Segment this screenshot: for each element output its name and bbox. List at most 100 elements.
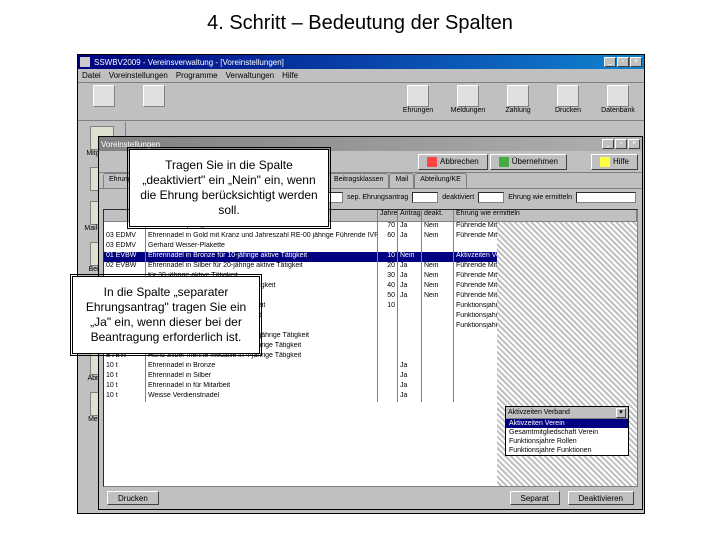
filter-antrag-input[interactable]: [412, 192, 438, 203]
dropdown-option-1[interactable]: Gesamtmitgliedschaft Verein: [506, 428, 628, 437]
filter-wer-label: Ehrung wie ermitteln: [508, 194, 572, 201]
menu-hilfe[interactable]: Hilfe: [282, 71, 298, 80]
table-cell: 03 EDMV: [104, 242, 146, 252]
filter-wer-input[interactable]: [576, 192, 636, 203]
table-cell: Ja: [398, 362, 422, 372]
sub-minimize-button[interactable]: _: [602, 139, 614, 149]
col-deaktiviert[interactable]: deakt.: [422, 210, 454, 222]
uebernehmen-button[interactable]: Übernehmen: [490, 154, 567, 170]
toolbar-btn-datenbank[interactable]: Datenbank: [596, 85, 640, 114]
table-cell: [378, 382, 398, 392]
help-icon: [600, 157, 610, 167]
table-cell: Gerhard Weiser-Plakette: [146, 242, 378, 252]
tab-mail[interactable]: Mail: [389, 173, 414, 188]
table-cell: [378, 332, 398, 342]
table-cell: [422, 362, 454, 372]
table-cell: [398, 332, 422, 342]
toolbar-btn-1[interactable]: [132, 85, 176, 107]
table-cell: 10 t: [104, 392, 146, 402]
table-cell: Nein: [422, 232, 454, 242]
table-cell: 50: [378, 292, 398, 302]
table-cell: [422, 352, 454, 362]
col-wer[interactable]: Ehrung wie ermitteln: [454, 210, 637, 222]
table-cell: Ehrennadel in Silber für 20-jährige akti…: [146, 262, 378, 272]
table-cell: [378, 392, 398, 402]
app-icon: [80, 57, 90, 67]
apply-icon: [499, 157, 509, 167]
footer-bar: Drucken Separat Deaktivieren: [103, 489, 638, 507]
table-cell: [378, 322, 398, 332]
table-cell: [378, 362, 398, 372]
sub-close-button[interactable]: ×: [628, 139, 640, 149]
table-cell: 20: [378, 262, 398, 272]
dropdown-option-0[interactable]: Aktivzeiten Verein: [506, 419, 628, 428]
table-cell: [398, 322, 422, 332]
abbrechen-button[interactable]: Abbrechen: [418, 154, 488, 170]
table-cell: Nein: [422, 222, 454, 232]
table-cell: 10 t: [104, 382, 146, 392]
toolbar: Ehrungen Meldungen Zahlung Drucken Daten…: [78, 83, 644, 121]
table-cell: [378, 352, 398, 362]
table-cell: 70: [378, 222, 398, 232]
menu-voreinstellungen[interactable]: Voreinstellungen: [109, 71, 168, 80]
table-cell: Nein: [422, 272, 454, 282]
menubar: Datei Voreinstellungen Programme Verwalt…: [78, 69, 644, 83]
app-title: SSWBV2009 - Vereinsverwaltung - [Voreins…: [94, 58, 604, 67]
table-cell: [398, 302, 422, 312]
table-cell: 10 t: [104, 372, 146, 382]
toolbar-btn-drucken[interactable]: Drucken: [546, 85, 590, 114]
filter-deakt-input[interactable]: [478, 192, 504, 203]
table-cell: Ja: [398, 282, 422, 292]
table-cell: [378, 342, 398, 352]
toolbar-btn-zahlung[interactable]: Zahlung: [496, 85, 540, 114]
dropdown-option-3[interactable]: Funktionsjahre Funktionen: [506, 446, 628, 455]
slide-title: 4. Schritt – Bedeutung der Spalten: [0, 0, 720, 43]
table-cell: 10: [378, 302, 398, 312]
table-cell: [398, 312, 422, 322]
menu-programme[interactable]: Programme: [176, 71, 218, 80]
menu-verwaltungen[interactable]: Verwaltungen: [226, 71, 274, 80]
table-cell: [378, 312, 398, 322]
table-cell: [422, 302, 454, 312]
table-cell: [378, 242, 398, 252]
table-cell: Ja: [398, 262, 422, 272]
table-cell: [398, 342, 422, 352]
toolbar-btn-0[interactable]: [82, 85, 126, 107]
separat-button[interactable]: Separat: [510, 491, 560, 505]
cancel-icon: [427, 157, 437, 167]
toolbar-btn-meldungen[interactable]: Meldungen: [446, 85, 490, 114]
drucken-button[interactable]: Drucken: [107, 491, 159, 505]
table-cell: Ehrennadel in Bronze: [146, 362, 378, 372]
table-cell: [422, 242, 454, 252]
table-cell: [398, 352, 422, 362]
table-cell: [422, 392, 454, 402]
menu-datei[interactable]: Datei: [82, 71, 101, 80]
tab-beitragsklassen[interactable]: Beitragsklassen: [328, 173, 389, 188]
dropdown-option-2[interactable]: Funktionsjahre Rollen: [506, 437, 628, 446]
table-cell: 10: [378, 252, 398, 262]
toolbar-btn-ehrungen[interactable]: Ehrungen: [396, 85, 440, 114]
minimize-button[interactable]: _: [604, 57, 616, 67]
hilfe-button[interactable]: Hilfe: [591, 154, 638, 170]
deaktivieren-button[interactable]: Deaktivieren: [568, 491, 634, 505]
dropdown-selected: Aktivzeiten Verband: [508, 409, 570, 416]
col-jahre[interactable]: Jahre: [378, 210, 398, 222]
tab-abteilung[interactable]: Abteilung/KE: [414, 173, 466, 188]
chevron-down-icon[interactable]: ▾: [616, 408, 626, 418]
ehrung-ermitteln-dropdown: Aktivzeiten Verband ▾ Aktivzeiten Verein…: [505, 406, 629, 456]
table-cell: Ja: [398, 392, 422, 402]
table-cell: Ja: [398, 222, 422, 232]
dropdown-header[interactable]: Aktivzeiten Verband ▾: [506, 407, 628, 419]
col-antrag[interactable]: Antrag: [398, 210, 422, 222]
table-cell: [422, 252, 454, 262]
table-cell: Nein: [422, 292, 454, 302]
sub-maximize-button[interactable]: ▫: [615, 139, 627, 149]
close-button[interactable]: ×: [630, 57, 642, 67]
table-cell: 40: [378, 282, 398, 292]
table-cell: 10 t: [104, 362, 146, 372]
table-cell: [378, 372, 398, 382]
maximize-button[interactable]: ▫: [617, 57, 629, 67]
table-cell: 60: [378, 232, 398, 242]
table-cell: [398, 242, 422, 252]
filter-antrag-label: sep. Ehrungsantrag: [347, 194, 408, 201]
